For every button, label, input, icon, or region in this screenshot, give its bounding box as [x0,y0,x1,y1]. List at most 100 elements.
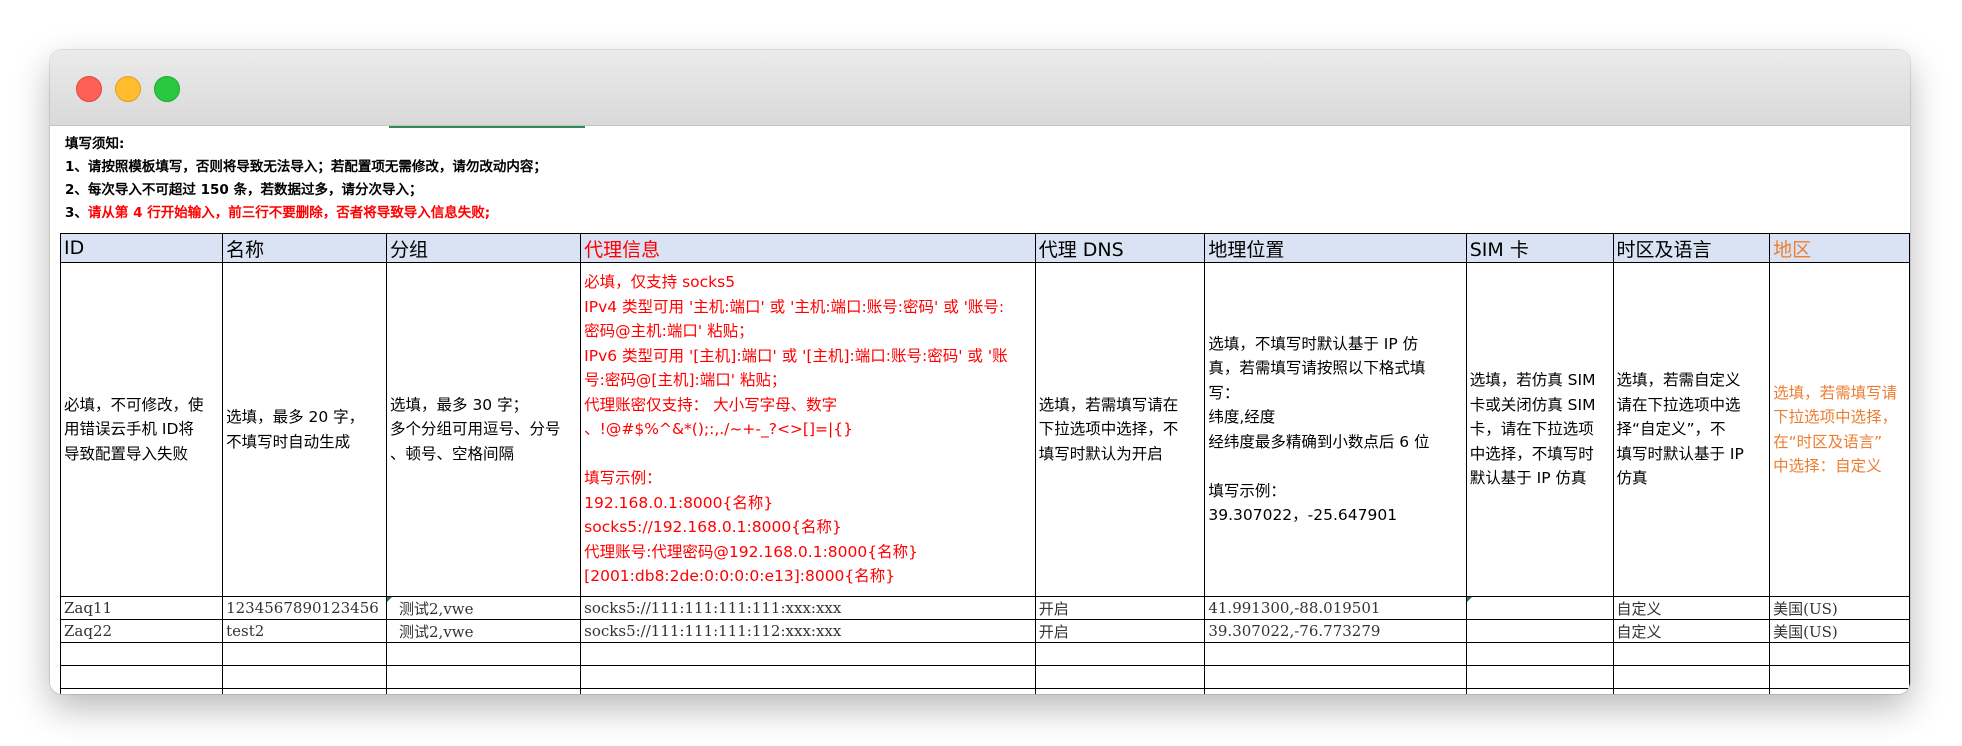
header-sim[interactable]: SIM 卡 [1465,233,1614,263]
note-line-3-warning: 请从第 4 行开始输入，前三行不要删除，否者将导致导入信息失败; [87,205,491,221]
desc-region-cell[interactable]: 选填，若需填写请 下拉选项中选择， 在“时区及语言” 中选择：自定义 [1769,262,1910,597]
desc-proxy-cell[interactable]: 必填，仅支持 socks5 IPv4 类型可用 '主机:端口' 或 '主机:端口… [580,262,1036,597]
desc-blank-line [584,442,1032,467]
desc-line: 填写示例： [1208,481,1286,500]
empty-cell[interactable] [580,665,1036,689]
header-group[interactable]: 分组 [386,233,582,263]
empty-cell[interactable] [1612,688,1771,694]
desc-line: 请在下拉选项中选 [1616,395,1741,414]
cell-dns[interactable]: 开启 [1034,619,1206,643]
cell-region[interactable]: 美国(US) [1769,619,1910,643]
desc-line: 卡或关闭仿真 SIM [1469,395,1596,414]
cell-dns[interactable]: 开启 [1034,596,1206,620]
note-title: 填写须知: [65,136,125,152]
minimize-window-button[interactable] [115,76,141,102]
empty-cell[interactable] [580,642,1036,666]
empty-cell[interactable] [1465,688,1614,694]
header-id[interactable]: ID [59,233,224,263]
desc-line: 经纬度最多精确到小数点后 6 位 [1208,432,1430,451]
cell-sim[interactable] [1465,619,1614,643]
empty-cell[interactable] [222,688,388,694]
empty-cell[interactable] [1612,665,1771,689]
cell-timezone[interactable]: 自定义 [1612,619,1771,643]
cell-name[interactable]: test2 [222,619,388,643]
desc-line: 密码@主机:端口' 粘贴； [584,322,754,341]
empty-cell[interactable] [1465,642,1614,666]
cell-id[interactable]: Zaq22 [59,619,224,643]
desc-line: 默认基于 IP 仿真 [1469,469,1587,488]
empty-cell[interactable] [1204,688,1467,694]
empty-cell[interactable] [386,642,582,666]
cell-group[interactable]: 测试2,vwe [386,596,582,620]
header-region[interactable]: 地区 [1769,233,1910,263]
empty-cell[interactable] [1769,642,1910,666]
desc-line: socks5://192.168.0.1:8000{名称} [584,518,842,537]
empty-cell[interactable] [222,642,388,666]
empty-cell[interactable] [1204,642,1467,666]
cell-timezone[interactable]: 自定义 [1612,596,1771,620]
empty-cell[interactable] [1769,688,1910,694]
empty-cell[interactable] [59,665,224,689]
cell-geo[interactable]: 41.991300,-88.019501 [1204,596,1467,620]
header-name[interactable]: 名称 [222,233,388,263]
cell-name[interactable]: 1234567890123456 [222,596,388,620]
empty-cell[interactable] [1034,642,1206,666]
desc-group-cell[interactable]: 选填，最多 30 字； 多个分组可用逗号、分号 、顿号、空格间隔 [386,262,582,597]
header-geo[interactable]: 地理位置 [1204,233,1467,263]
desc-line: 填写示例： [584,469,662,488]
description-row: 必填，不可修改，使 用错误云手机 ID将 导致配置导入失败 选填，最多 20 字… [59,262,1910,597]
desc-line: 导致配置导入失败 [64,444,189,463]
note-line-3: 3、请从第 4 行开始输入，前三行不要删除，否者将导致导入信息失败; [65,202,547,225]
cell-proxy[interactable]: socks5://111:111:111:112:xxx:xxx [580,619,1036,643]
empty-cell[interactable] [1769,665,1910,689]
desc-line: 多个分组可用逗号、分号 [390,420,561,439]
desc-line: 在“时区及语言” [1773,432,1883,451]
desc-name-cell[interactable]: 选填，最多 20 字， 不填写时自动生成 [222,262,388,597]
desc-line: 选填，最多 30 字； [390,395,529,414]
desc-line: 代理账密仅支持： 大小写字母、数字 [584,395,838,414]
zoom-window-button[interactable] [154,76,180,102]
empty-row [59,665,1910,689]
desc-line: 39.307022，-25.647901 [1208,506,1398,524]
desc-id-cell[interactable]: 必填，不可修改，使 用错误云手机 ID将 导致配置导入失败 [59,262,224,597]
desc-line: 填写时默认为开启 [1038,444,1163,463]
empty-cell[interactable] [59,642,224,666]
empty-cell[interactable] [1204,665,1467,689]
header-timezone[interactable]: 时区及语言 [1612,233,1771,263]
empty-cell[interactable] [1465,665,1614,689]
desc-timezone-cell[interactable]: 选填，若需自定义 请在下拉选项中选 择“自定义”，不 填写时默认基于 IP 仿真 [1612,262,1771,597]
desc-line: 中选择：自定义 [1773,457,1882,475]
desc-line: 填写时默认基于 IP [1616,444,1744,463]
desc-line: 、顿号、空格间隔 [390,444,515,463]
app-window: 填写须知: 1、请按照模板填写，否则将导致无法导入；若配置项无需修改，请勿改动内… [50,50,1910,694]
desc-sim-cell[interactable]: 选填，若仿真 SIM 卡或关闭仿真 SIM 卡，请在下拉选项 中选择，不填写时 … [1465,262,1614,597]
empty-cell[interactable] [386,688,582,694]
empty-cell[interactable] [386,665,582,689]
desc-line: 选填，不填写时默认基于 IP 仿 [1208,334,1419,353]
header-dns[interactable]: 代理 DNS [1034,233,1206,263]
note-line-1: 1、请按照模板填写，否则将导致无法导入；若配置项无需修改，请勿改动内容； [65,159,547,175]
cell-id[interactable]: Zaq11 [59,596,224,620]
desc-line: 选填，若仿真 SIM [1469,371,1596,390]
table-row: Zaq22 test2 测试2,vwe socks5://111:111:111… [59,619,1910,643]
empty-cell[interactable] [1034,665,1206,689]
note-line-3-prefix: 3、 [65,205,88,221]
desc-line: 下拉选项中选择， [1773,408,1898,426]
header-proxy[interactable]: 代理信息 [580,233,1036,263]
empty-cell[interactable] [1612,642,1771,666]
cell-geo[interactable]: 39.307022,-76.773279 [1204,619,1467,643]
empty-cell[interactable] [1034,688,1206,694]
cell-group-text: 测试2,vwe [399,599,474,618]
desc-dns-cell[interactable]: 选填，若需填写请在 下拉选项中选择，不 填写时默认为开启 [1034,262,1206,597]
desc-geo-cell[interactable]: 选填，不填写时默认基于 IP 仿 真，若需填写请按照以下格式填 写： 纬度,经度… [1204,262,1467,597]
empty-cell[interactable] [222,665,388,689]
desc-line: 选填，若需自定义 [1616,371,1741,390]
cell-region[interactable]: 美国(US) [1769,596,1910,620]
cell-sim[interactable] [1465,596,1614,620]
cell-group[interactable]: 测试2,vwe [386,619,582,643]
cell-proxy[interactable]: socks5://111:111:111:111:xxx:xxx [580,596,1036,620]
empty-cell[interactable] [59,688,224,694]
empty-cell[interactable] [580,688,1036,694]
close-window-button[interactable] [76,76,102,102]
import-template-table: ID 名称 分组 代理信息 代理 DNS 地理位置 SIM 卡 时区及语言 地区… [59,233,1910,694]
